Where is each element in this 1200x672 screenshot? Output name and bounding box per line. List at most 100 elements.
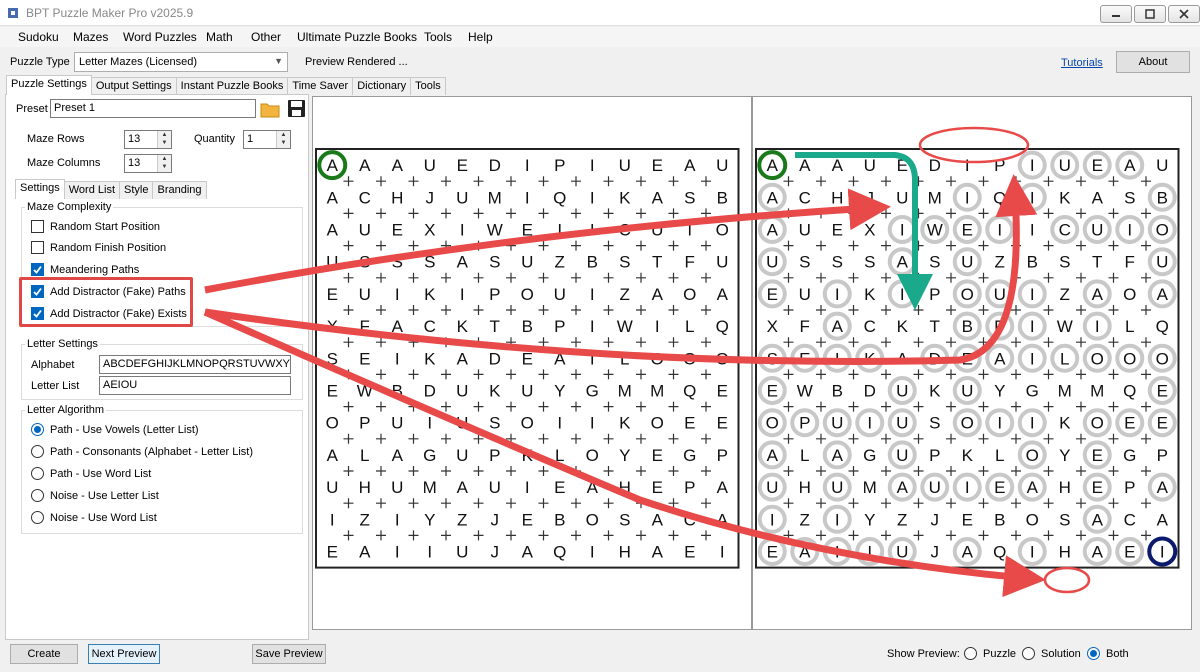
quantity-value: 1 bbox=[247, 133, 254, 145]
maze-letter: Z bbox=[555, 253, 565, 272]
maze-letter: I bbox=[997, 221, 1002, 240]
checkbox-label: Meandering Paths bbox=[50, 263, 140, 276]
maximize-button[interactable] bbox=[1134, 5, 1166, 23]
preset-input[interactable]: Preset 1 bbox=[50, 99, 256, 118]
checkbox-box[interactable] bbox=[31, 241, 44, 254]
show-puzzle-radio[interactable]: Puzzle bbox=[964, 647, 1016, 660]
spin-arrows-icon[interactable]: ▲ ▼ bbox=[276, 131, 290, 148]
radio-button[interactable] bbox=[31, 445, 44, 458]
maze-letter: I bbox=[525, 188, 530, 207]
radio-button[interactable] bbox=[31, 489, 44, 502]
tab-tools[interactable]: Tools bbox=[410, 77, 446, 95]
radio-noise-word-list[interactable]: Noise - Use Word List bbox=[31, 511, 157, 524]
maze-letter: E bbox=[962, 221, 973, 240]
tab-instant-puzzle-books[interactable]: Instant Puzzle Books bbox=[175, 77, 289, 95]
close-button[interactable] bbox=[1168, 5, 1200, 23]
maze-letter: Z bbox=[620, 285, 630, 304]
folder-icon[interactable] bbox=[260, 100, 280, 118]
tab-output-settings[interactable]: Output Settings bbox=[90, 77, 177, 95]
menu-mazes[interactable]: Mazes bbox=[73, 30, 108, 44]
tab-puzzle-settings[interactable]: Puzzle Settings bbox=[6, 75, 92, 95]
maze-letter: P bbox=[554, 156, 565, 175]
menu-tools[interactable]: Tools bbox=[424, 30, 452, 44]
maze-letter: O bbox=[716, 349, 729, 368]
spin-arrows-icon[interactable]: ▲ ▼ bbox=[157, 155, 171, 172]
maze-letter: K bbox=[424, 349, 436, 368]
alphabet-input[interactable]: ABCDEFGHIJKLMNOPQRSTUVWXYZ bbox=[99, 355, 291, 374]
create-button[interactable]: Create bbox=[10, 644, 78, 664]
maze-letter: H bbox=[799, 478, 811, 497]
random-start-checkbox[interactable]: Random Start Position bbox=[31, 220, 160, 233]
maze-letter: U bbox=[359, 221, 371, 240]
maze-letter: U bbox=[716, 253, 728, 272]
maze-letter: C bbox=[359, 188, 371, 207]
tab-dictionary[interactable]: Dictionary bbox=[352, 77, 412, 95]
subtab-settings[interactable]: Settings bbox=[15, 179, 65, 199]
maze-letter: E bbox=[1092, 156, 1103, 175]
subtab-style[interactable]: Style bbox=[119, 181, 154, 199]
sub-tabs: Settings Word List Style Branding bbox=[15, 179, 207, 199]
minimize-button[interactable] bbox=[1100, 5, 1132, 23]
maze-letter: C bbox=[1059, 221, 1071, 240]
about-button[interactable]: About bbox=[1116, 51, 1190, 73]
menu-other[interactable]: Other bbox=[251, 30, 281, 44]
maze-letter: A bbox=[327, 446, 339, 465]
tab-time-saver[interactable]: Time Saver bbox=[287, 77, 354, 95]
settings-panel: Preset Preset 1 Maze Rows 13 ▲ ▼ Quantity … bbox=[5, 94, 309, 640]
save-icon[interactable] bbox=[287, 99, 306, 118]
quantity-stepper[interactable]: 1 ▲ ▼ bbox=[243, 130, 291, 149]
maze-letter: K bbox=[929, 382, 941, 401]
maze-letter: O bbox=[651, 414, 664, 433]
maze-letter: D bbox=[929, 156, 941, 175]
maze-letter: Z bbox=[995, 253, 1005, 272]
show-solution-radio[interactable]: Solution bbox=[1022, 647, 1081, 660]
menu-help[interactable]: Help bbox=[468, 30, 493, 44]
radio-button[interactable] bbox=[964, 647, 977, 660]
maze-letter: P bbox=[489, 285, 500, 304]
maze-letter: E bbox=[1157, 414, 1168, 433]
spin-arrows-icon[interactable]: ▲ ▼ bbox=[157, 131, 171, 148]
menu-sudoku[interactable]: Sudoku bbox=[18, 30, 59, 44]
maze-letter: I bbox=[965, 188, 970, 207]
save-preview-button[interactable]: Save Preview bbox=[252, 644, 326, 664]
maze-letter: A bbox=[327, 188, 339, 207]
radio-button[interactable] bbox=[31, 423, 44, 436]
maze-letter: Y bbox=[1059, 446, 1070, 465]
next-preview-button[interactable]: Next Preview bbox=[88, 644, 160, 664]
maze-letter: O bbox=[1123, 349, 1136, 368]
letter-list-input[interactable]: AEIOU bbox=[99, 376, 291, 395]
radio-path-vowels[interactable]: Path - Use Vowels (Letter List) bbox=[31, 423, 199, 436]
show-both-radio[interactable]: Both bbox=[1087, 647, 1129, 660]
close-icon bbox=[1179, 9, 1189, 19]
maze-letter: E bbox=[652, 156, 663, 175]
status-text: Preview Rendered ... bbox=[305, 56, 408, 68]
tutorials-link[interactable]: Tutorials bbox=[1061, 57, 1103, 69]
puzzle-type-select[interactable]: Letter Mazes (Licensed) ▼ bbox=[74, 52, 288, 72]
cols-stepper[interactable]: 13 ▲ ▼ bbox=[124, 154, 172, 173]
subtab-branding[interactable]: Branding bbox=[152, 181, 207, 199]
maze-letter: I bbox=[1160, 543, 1165, 562]
maze-letter: E bbox=[684, 414, 695, 433]
radio-button[interactable] bbox=[31, 511, 44, 524]
meandering-paths-checkbox[interactable]: Meandering Paths bbox=[31, 263, 139, 276]
maze-letter: E bbox=[767, 285, 778, 304]
subtab-word-list[interactable]: Word List bbox=[63, 181, 121, 199]
maze-letter: U bbox=[1059, 156, 1071, 175]
menu-math[interactable]: Math bbox=[206, 30, 233, 44]
radio-path-word-list[interactable]: Path - Use Word List bbox=[31, 467, 151, 480]
radio-button[interactable] bbox=[31, 467, 44, 480]
radio-noise-letter-list[interactable]: Noise - Use Letter List bbox=[31, 489, 159, 502]
check-icon[interactable] bbox=[31, 263, 44, 276]
maze-letter: J bbox=[491, 543, 500, 562]
maze-letter: I bbox=[590, 188, 595, 207]
menu-word-puzzles[interactable]: Word Puzzles bbox=[123, 30, 197, 44]
menu-ultimate-puzzle-books[interactable]: Ultimate Puzzle Books bbox=[297, 30, 417, 44]
radio-button[interactable] bbox=[1022, 647, 1035, 660]
random-finish-checkbox[interactable]: Random Finish Position bbox=[31, 241, 166, 254]
maze-letter: P bbox=[929, 285, 940, 304]
radio-path-consonants[interactable]: Path - Consonants (Alphabet - Letter Lis… bbox=[31, 445, 253, 458]
maze-letter: O bbox=[683, 285, 696, 304]
radio-button[interactable] bbox=[1087, 647, 1100, 660]
rows-stepper[interactable]: 13 ▲ ▼ bbox=[124, 130, 172, 149]
checkbox-box[interactable] bbox=[31, 220, 44, 233]
